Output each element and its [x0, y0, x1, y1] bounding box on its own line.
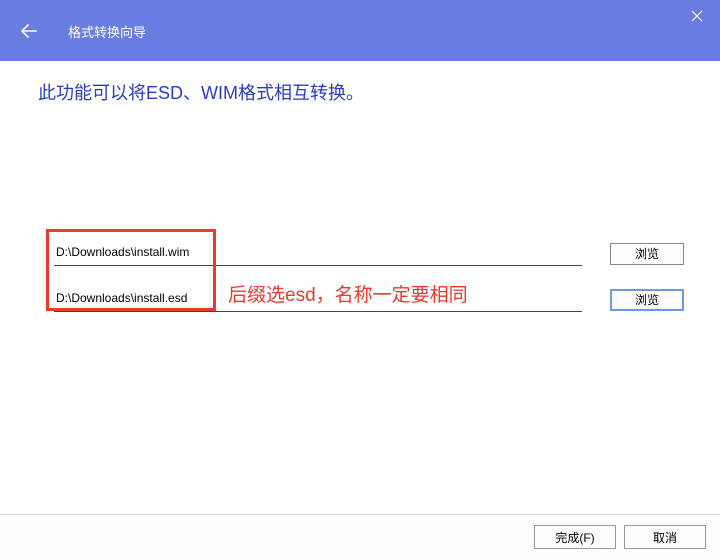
source-path-input[interactable]	[54, 241, 582, 266]
browse-source-button[interactable]: 浏览	[610, 243, 684, 265]
titlebar: 格式转换向导	[0, 0, 720, 61]
window-title: 格式转换向导	[68, 22, 146, 41]
footer: 完成(F) 取消	[0, 514, 720, 559]
cancel-button[interactable]: 取消	[624, 525, 706, 549]
close-icon	[691, 10, 703, 22]
finish-button[interactable]: 完成(F)	[534, 525, 616, 549]
content-area: 此功能可以将ESD、WIM格式相互转换。	[0, 79, 720, 105]
back-arrow-icon	[20, 22, 38, 40]
close-button[interactable]	[674, 0, 720, 32]
dialog-window: 格式转换向导 此功能可以将ESD、WIM格式相互转换。 浏览 浏览 后缀选esd…	[0, 0, 720, 559]
browse-target-button[interactable]: 浏览	[610, 289, 684, 311]
source-row: 浏览	[0, 241, 720, 266]
annotation-text: 后缀选esd，名称一定要相同	[228, 280, 468, 307]
heading: 此功能可以将ESD、WIM格式相互转换。	[38, 79, 682, 105]
back-button[interactable]	[18, 20, 40, 42]
